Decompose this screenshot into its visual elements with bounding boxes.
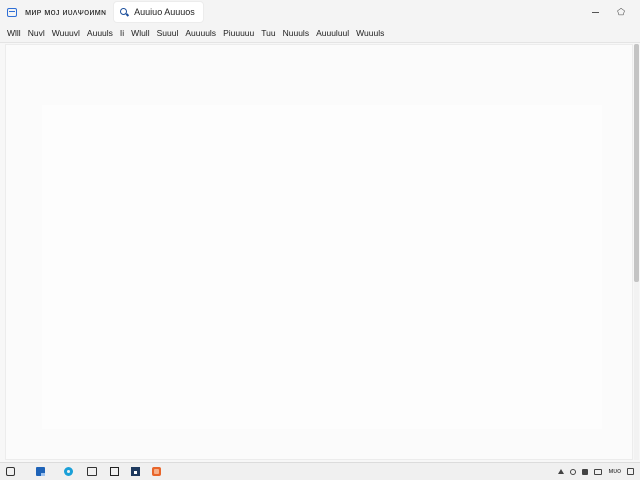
menu-item[interactable]: Auuuuls xyxy=(185,28,216,38)
search-tab[interactable]: Auuiuo Auuuos xyxy=(114,2,203,22)
taskbar: ᴍᴜᴏ xyxy=(0,462,640,480)
network-icon[interactable] xyxy=(570,468,577,475)
menu-item[interactable]: Wlull xyxy=(131,28,149,38)
scrollbar-thumb[interactable] xyxy=(634,44,639,282)
system-tray: ᴍᴜᴏ xyxy=(552,463,634,480)
office-icon[interactable] xyxy=(152,467,161,476)
menu-item[interactable]: Wlll xyxy=(7,28,21,38)
menu-item[interactable]: Tuu xyxy=(261,28,275,38)
minimize-button[interactable] xyxy=(582,0,608,24)
search-tab-label: Auuiuo Auuuos xyxy=(134,7,195,17)
maximize-icon: ⬠ xyxy=(617,6,625,17)
title-bar: ᴍᴎᴘ ᴍᴏᴊ ᴎᴜᴧᴪᴏᴎᴍɴ Auuiuo Auuuos ⬠ xyxy=(0,0,640,24)
window-title: ᴍᴎᴘ ᴍᴏᴊ ᴎᴜᴧᴪᴏᴎᴍɴ xyxy=(25,7,107,17)
app-window-icon xyxy=(7,7,17,17)
volume-icon[interactable] xyxy=(582,468,589,475)
screen-icon[interactable] xyxy=(87,467,97,476)
battery-icon[interactable] xyxy=(594,468,603,475)
app-window: ᴍᴎᴘ ᴍᴏᴊ ᴎᴜᴧᴪᴏᴎᴍɴ Auuiuo Auuuos ⬠ Wlll Nu… xyxy=(0,0,640,462)
store-icon[interactable] xyxy=(131,467,140,476)
tray-up-icon[interactable] xyxy=(558,469,565,474)
menu-item[interactable]: Nuvl xyxy=(28,28,45,38)
menu-item[interactable]: Piuuuuu xyxy=(223,28,254,38)
search-icon xyxy=(120,8,128,16)
menu-bar: Wlll Nuvl Wuuuvl Auuuls Ii Wlull Suuul A… xyxy=(0,24,640,43)
menu-item[interactable]: Wuuuls xyxy=(356,28,384,38)
clock[interactable]: ᴍᴜᴏ xyxy=(608,468,621,475)
notification-icon[interactable] xyxy=(627,468,634,475)
window-icon[interactable] xyxy=(110,467,119,476)
menu-item[interactable]: Ii xyxy=(120,28,124,38)
maximize-button[interactable]: ⬠ xyxy=(608,0,634,24)
menu-item[interactable]: Suuul xyxy=(157,28,179,38)
menu-item[interactable]: Nuuuls xyxy=(283,28,309,38)
edge-browser-icon[interactable] xyxy=(64,467,73,476)
menu-item[interactable]: Auuuluul xyxy=(316,28,349,38)
window-controls: ⬠ xyxy=(582,0,634,24)
vertical-scrollbar[interactable] xyxy=(634,44,639,460)
document-canvas[interactable] xyxy=(5,44,633,460)
page-area xyxy=(42,105,602,429)
menu-item[interactable]: Auuuls xyxy=(87,28,113,38)
menu-item[interactable]: Wuuuvl xyxy=(52,28,80,38)
file-explorer-icon[interactable] xyxy=(36,467,45,476)
start-icon[interactable] xyxy=(6,467,15,476)
minimize-icon xyxy=(591,11,599,13)
